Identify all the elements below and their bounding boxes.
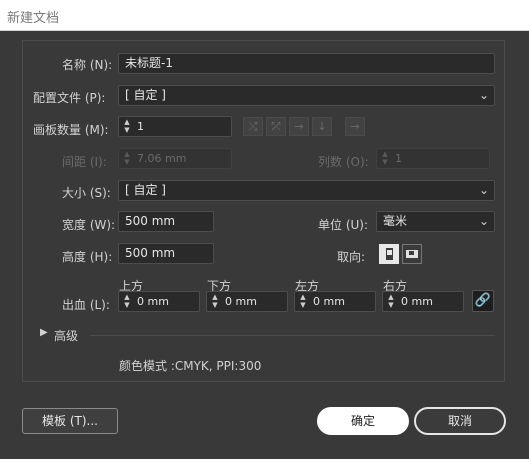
bleed-left-value: 0 mm <box>313 295 345 308</box>
width-label: 宽度 (W): <box>62 218 116 232</box>
right-to-left-icon[interactable]: → <box>345 117 365 136</box>
advanced-divider <box>90 335 495 336</box>
disclosure-triangle-icon[interactable]: ▶ <box>40 327 48 338</box>
stepper-arrows-icon[interactable]: ▲ ▼ <box>121 118 133 135</box>
profile-value: [ 自定 ] <box>125 88 166 102</box>
cancel-button[interactable]: 取消 <box>414 407 506 435</box>
columns-stepper[interactable]: ▲ ▼ 1 <box>376 148 490 169</box>
dialog-title-bar: 新建文档 <box>0 0 529 31</box>
height-label: 高度 (H): <box>62 250 113 264</box>
bleed-label: 出血 (L): <box>62 298 110 312</box>
landscape-orientation-icon[interactable] <box>402 244 422 264</box>
stepper-arrows-icon: ▲ ▼ <box>124 150 130 166</box>
orientation-label: 取向: <box>337 250 366 264</box>
name-input[interactable]: 未标题-1 <box>118 53 495 74</box>
advanced-toggle[interactable]: 高级 <box>54 327 78 344</box>
name-label: 名称 (N): <box>62 58 113 72</box>
units-value: 毫米 <box>383 214 408 228</box>
spacing-stepper[interactable]: ▲ ▼ 7.06 mm <box>118 148 232 169</box>
arrange-by-row-icon[interactable]: → <box>289 117 309 136</box>
chevron-down-icon: ⌄ <box>478 88 489 102</box>
link-bleed-icon[interactable]: 🔗 <box>472 290 494 312</box>
height-input[interactable]: 500 mm <box>118 243 214 264</box>
width-input[interactable]: 500 mm <box>118 211 214 232</box>
size-label: 大小 (S): <box>62 186 111 200</box>
columns-label: 列数 (O): <box>318 155 369 169</box>
bleed-bottom-value: 0 mm <box>225 295 257 308</box>
stepper-arrows-icon: ▲ ▼ <box>382 150 388 166</box>
dialog-title: 新建文档 <box>7 11 60 26</box>
spacing-value: 7.06 mm <box>137 152 187 165</box>
profile-dropdown[interactable]: [ 自定 ] ⌄ <box>118 85 495 106</box>
units-dropdown[interactable]: 毫米 ⌄ <box>376 211 495 232</box>
bleed-right-value: 0 mm <box>401 295 433 308</box>
units-label: 单位 (U): <box>318 218 369 232</box>
grid-by-column-icon[interactable]: ⤱ <box>266 117 286 136</box>
stepper-arrows-icon[interactable]: ▲ ▼ <box>121 293 133 310</box>
stepper-arrows-icon[interactable]: ▲ ▼ <box>385 293 397 310</box>
color-mode-info: 颜色模式 :CMYK, PPI:300 <box>119 359 262 373</box>
size-dropdown[interactable]: [ 自定 ] ⌄ <box>118 180 495 201</box>
bleed-bottom-stepper[interactable]: ▲ ▼ 0 mm <box>206 291 288 312</box>
chevron-down-icon: ⌄ <box>478 214 489 228</box>
window-bottom-edge <box>0 459 529 472</box>
bleed-top-value: 0 mm <box>137 295 169 308</box>
chevron-down-icon: ⌄ <box>478 183 489 197</box>
templates-button[interactable]: 模板 (T)... <box>22 408 118 434</box>
spacing-label: 间距 (I): <box>62 155 107 169</box>
artboards-value: 1 <box>137 120 144 133</box>
ok-button[interactable]: 确定 <box>317 407 409 435</box>
grid-by-row-icon[interactable]: ⤮ <box>243 117 263 136</box>
columns-value: 1 <box>395 152 402 165</box>
bleed-left-stepper[interactable]: ▲ ▼ 0 mm <box>294 291 376 312</box>
artboards-label: 画板数量 (M): <box>33 123 109 137</box>
stepper-arrows-icon[interactable]: ▲ ▼ <box>297 293 309 310</box>
profile-label: 配置文件 (P): <box>33 91 106 105</box>
bleed-top-stepper[interactable]: ▲ ▼ 0 mm <box>118 291 200 312</box>
arrange-by-column-icon[interactable]: ↓ <box>312 117 332 136</box>
bleed-right-stepper[interactable]: ▲ ▼ 0 mm <box>382 291 464 312</box>
size-value: [ 自定 ] <box>125 183 166 197</box>
portrait-orientation-icon[interactable] <box>379 244 399 264</box>
artboards-stepper[interactable]: ▲ ▼ 1 <box>118 116 232 137</box>
stepper-arrows-icon[interactable]: ▲ ▼ <box>209 293 221 310</box>
